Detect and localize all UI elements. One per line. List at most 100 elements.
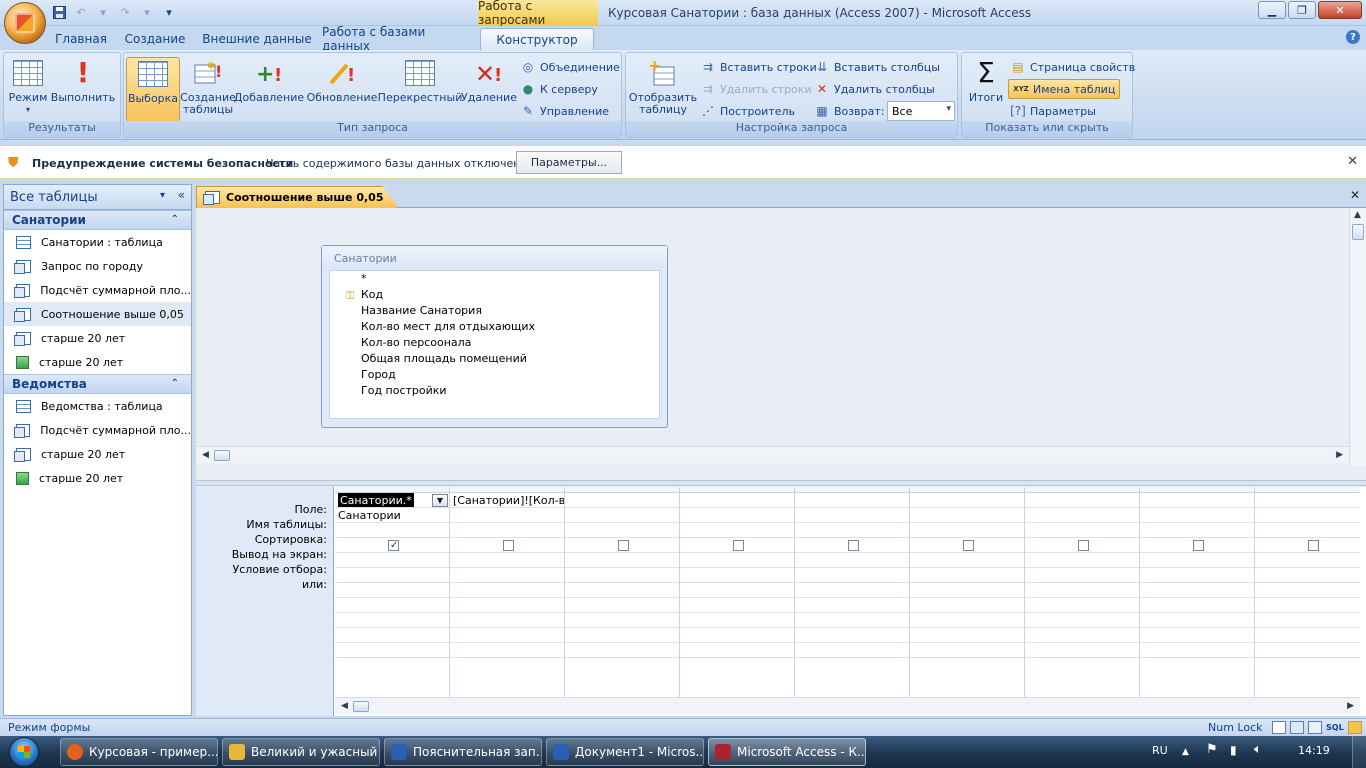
empty-cell[interactable] (565, 613, 679, 628)
nav-group-vedomstva[interactable]: Ведомства ⌃ (4, 374, 191, 394)
empty-cell[interactable] (565, 583, 679, 598)
return-select[interactable]: Все ▾ (887, 101, 955, 121)
help-icon[interactable]: ? (1346, 30, 1360, 44)
empty-cell[interactable] (910, 613, 1024, 628)
parameters-button[interactable]: [?] Параметры (1010, 101, 1096, 121)
show-checkbox[interactable] (388, 538, 399, 552)
or-cell[interactable] (1140, 568, 1254, 583)
scroll-right-icon[interactable]: ▶ (1336, 450, 1343, 460)
datasheet-view-icon[interactable] (1272, 721, 1286, 734)
design-view-icon[interactable] (1347, 721, 1362, 734)
nav-item-older-20-form-2[interactable]: старше 20 лет (4, 466, 191, 490)
crosstab-button[interactable]: Перекрестный (378, 57, 462, 119)
empty-cell[interactable] (335, 628, 449, 643)
totals-button[interactable]: Σ Итоги (964, 57, 1008, 119)
field-item[interactable]: Год постройки (330, 383, 659, 399)
show-checkbox[interactable] (1308, 540, 1319, 551)
field-cell[interactable] (1025, 493, 1139, 508)
field-item[interactable]: Кол-во мест для отдыхающих (330, 319, 659, 335)
delete-query-button[interactable]: ✕! Удаление (461, 57, 517, 119)
empty-cell[interactable] (335, 598, 449, 613)
tab-external-data[interactable]: Внешние данные (198, 28, 316, 50)
show-checkbox[interactable] (733, 540, 744, 551)
field-item-all[interactable]: * (330, 271, 659, 287)
or-cell[interactable] (680, 568, 794, 583)
passthrough-button[interactable]: ● К серверу (520, 79, 598, 99)
empty-cell[interactable] (450, 613, 564, 628)
criteria-cell[interactable] (1140, 553, 1254, 568)
taskbar-button-folder[interactable]: Великий и ужасный Я (222, 738, 380, 766)
empty-cell[interactable] (1140, 628, 1254, 643)
field-cell[interactable] (795, 493, 909, 508)
scroll-right-icon[interactable]: ▶ (1347, 701, 1354, 711)
scroll-left-icon[interactable]: ◀ (202, 450, 209, 460)
nav-item-vedomstva-table[interactable]: Ведомства : таблица (4, 394, 191, 418)
empty-cell[interactable] (565, 628, 679, 643)
criteria-cell[interactable] (795, 553, 909, 568)
tab-home[interactable]: Главная (50, 28, 112, 50)
empty-cell[interactable] (1140, 598, 1254, 613)
document-tab[interactable]: Соотношение выше 0,05 (196, 186, 399, 208)
insert-columns-button[interactable]: ⇊ Вставить столбцы (814, 57, 940, 77)
field-cell[interactable] (910, 493, 1024, 508)
update-button[interactable]: ! Обновление (306, 57, 378, 119)
scroll-thumb[interactable] (1352, 224, 1364, 240)
criteria-cell[interactable] (335, 553, 449, 568)
nav-item-older-20-form[interactable]: старше 20 лет (4, 350, 191, 374)
nav-item-sanatorii-table[interactable]: Санатории : таблица (4, 230, 191, 254)
empty-cell[interactable] (910, 583, 1024, 598)
show-table-button[interactable]: + Отобразить таблицу (628, 57, 698, 119)
union-button[interactable]: ◎ Объединение (520, 57, 620, 77)
clock[interactable]: 14:19 (1298, 744, 1330, 757)
empty-cell[interactable] (795, 583, 909, 598)
customize-qat-icon[interactable]: ▾ (160, 4, 178, 20)
show-checkbox[interactable] (1193, 540, 1204, 551)
empty-cell[interactable] (910, 628, 1024, 643)
table-pane-vscroll[interactable]: ▲ (1349, 208, 1366, 466)
criteria-cell[interactable] (565, 553, 679, 568)
tab-create[interactable]: Создание (118, 28, 192, 50)
action-center-flag-icon[interactable]: ⚑ (1206, 742, 1218, 757)
empty-cell[interactable] (910, 643, 1024, 658)
table-cell[interactable] (795, 508, 909, 523)
minimize-button[interactable]: ▁ (1258, 1, 1286, 19)
table-cell[interactable] (450, 508, 564, 523)
restore-button[interactable]: ❐ (1288, 1, 1316, 19)
undo-dropdown-icon[interactable]: ▾ (94, 4, 112, 20)
data-definition-button[interactable]: ✎ Управление (520, 101, 609, 121)
start-button[interactable] (4, 736, 44, 768)
empty-cell[interactable] (1025, 643, 1139, 658)
or-cell[interactable] (910, 568, 1024, 583)
show-checkbox[interactable] (1078, 540, 1089, 551)
nav-item-query-by-city[interactable]: Запрос по городу (4, 254, 191, 278)
empty-cell[interactable] (565, 643, 679, 658)
sort-cell[interactable] (450, 523, 564, 538)
criteria-cell[interactable] (680, 553, 794, 568)
criteria-cell[interactable] (450, 553, 564, 568)
or-cell[interactable] (795, 568, 909, 583)
collapse-group-icon[interactable]: ⌃ (171, 214, 179, 225)
save-icon[interactable] (50, 4, 68, 20)
table-cell[interactable] (1025, 508, 1139, 523)
table-field-list[interactable]: Санатории * ⚿ Код Название Санатория Кол-… (321, 245, 668, 428)
undo-icon[interactable]: ↶ (72, 4, 90, 20)
criteria-cell[interactable] (1255, 553, 1360, 568)
qbe-hscroll[interactable]: ◀ ▶ (335, 697, 1360, 714)
empty-cell[interactable] (1255, 628, 1360, 643)
append-button[interactable]: +! Добавление (234, 57, 304, 119)
empty-cell[interactable] (1140, 583, 1254, 598)
delete-columns-button[interactable]: ✕ Удалить столбцы (814, 79, 935, 99)
nav-group-sanatorii[interactable]: Санатории ⌃ (4, 210, 191, 230)
empty-cell[interactable] (680, 613, 794, 628)
scroll-left-icon[interactable]: ◀ (341, 701, 348, 711)
empty-cell[interactable] (450, 583, 564, 598)
table-pane-hscroll[interactable]: ◀ ▶ (196, 446, 1349, 463)
empty-cell[interactable] (795, 628, 909, 643)
sort-cell[interactable] (1255, 523, 1360, 538)
close-document-icon[interactable]: ✕ (1350, 188, 1360, 202)
field-cell[interactable]: Санатории.* ▼ (335, 493, 449, 508)
field-cell[interactable] (680, 493, 794, 508)
empty-cell[interactable] (335, 583, 449, 598)
show-checkbox[interactable] (963, 540, 974, 551)
or-cell[interactable] (335, 568, 449, 583)
